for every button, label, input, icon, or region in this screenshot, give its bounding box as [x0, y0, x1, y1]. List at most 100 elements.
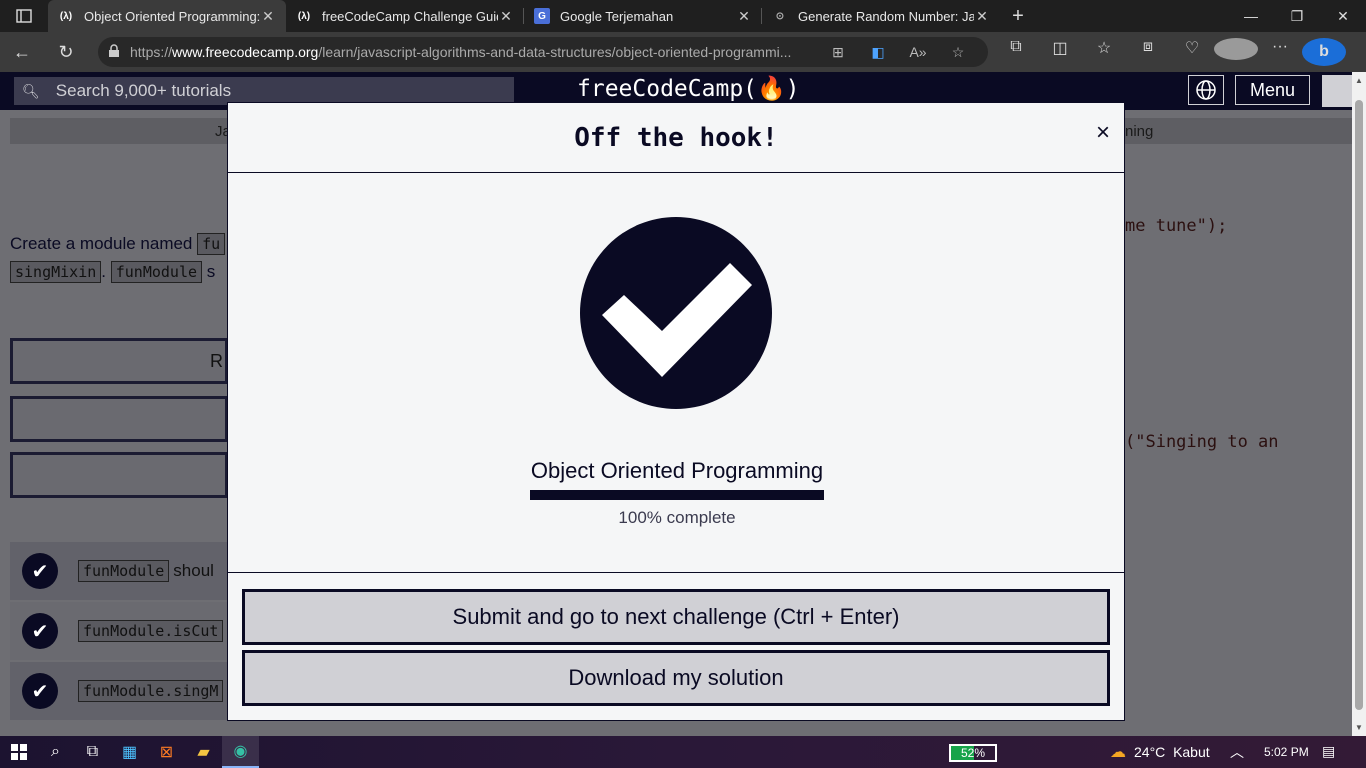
google-translate-favicon-icon: G — [534, 8, 550, 24]
system-tray: ︿ 5:02 PM — [1230, 742, 1309, 762]
tab-title: Object Oriented Programming: U — [84, 8, 260, 24]
app-available-icon[interactable]: ⊞ — [818, 44, 858, 61]
url-path: /learn/javascript-algorithms-and-data-st… — [318, 44, 792, 60]
microsoft-store-icon[interactable]: ▦ — [111, 736, 148, 768]
search-icon: 🔍︎ — [22, 82, 40, 99]
tab-title: Google Terjemahan — [560, 8, 674, 24]
toolbar-icons: ⧉ ◫ ☆ ⧈ ♡ ··· b — [994, 38, 1346, 66]
test-result: ✔ funModule.singM — [10, 662, 228, 720]
progress-text: 100% complete — [618, 508, 736, 527]
completion-modal: Off the hook! × Object Oriented Programm… — [227, 102, 1125, 721]
success-check-icon — [580, 217, 772, 409]
bing-copilot-icon[interactable]: b — [1302, 38, 1346, 66]
page-scrollbar[interactable]: ▲ ▼ — [1352, 72, 1366, 736]
certification-title: Object Oriented Programming — [530, 458, 824, 483]
user-avatar-icon[interactable] — [1322, 75, 1352, 107]
split-screen-icon[interactable]: ◫ — [1038, 38, 1082, 66]
progress-bar — [530, 490, 824, 500]
favorite-star-icon[interactable]: ☆ — [938, 44, 978, 61]
progress-fill — [530, 490, 824, 500]
modal-header: Off the hook! × — [228, 103, 1124, 173]
address-toolbar: ← ↻ https://www.freecodecamp.org/learn/j… — [0, 32, 1366, 72]
browser-tab-fcc-guide[interactable]: (λ) freeCodeCamp Challenge Guide ✕ — [286, 0, 524, 32]
taskbar-search-icon[interactable]: ⌕ — [37, 736, 74, 768]
favorites-icon[interactable]: ☆ — [1082, 38, 1126, 66]
url-actions: ⊞ ◧ A» ☆ — [818, 44, 978, 61]
tab-close-icon[interactable]: ✕ — [498, 8, 514, 25]
close-icon[interactable]: × — [1096, 119, 1110, 147]
scroll-down-icon[interactable]: ▼ — [1355, 723, 1363, 732]
avatar — [1214, 38, 1258, 60]
notification-center-icon[interactable]: ▤ — [1322, 743, 1344, 761]
battery-percent: 52% — [960, 746, 986, 760]
chatgpt-favicon-icon: ⊙ — [775, 10, 785, 22]
tab-title: Generate Random Number: Java — [798, 8, 974, 24]
more-options-icon[interactable]: ··· — [1258, 38, 1302, 66]
inline-code: funModule — [110, 261, 203, 283]
close-window-icon[interactable]: ✕ — [1320, 0, 1366, 32]
new-tab-button[interactable]: + — [1000, 0, 1036, 32]
menu-button[interactable]: Menu — [1235, 75, 1310, 105]
weather-condition: Kabut — [1173, 744, 1210, 760]
inline-code: singMixin — [10, 261, 102, 283]
search-placeholder: Search 9,000+ tutorials — [55, 81, 232, 100]
address-bar[interactable]: https://www.freecodecamp.org/learn/javas… — [98, 37, 988, 67]
performance-icon[interactable]: ♡ — [1170, 38, 1214, 66]
edge-browser-icon[interactable]: ◉ — [222, 736, 259, 768]
restore-icon[interactable]: ❐ — [1274, 0, 1320, 32]
browser-tab-fcc-oop[interactable]: (λ) Object Oriented Programming: U ✕ — [48, 0, 286, 32]
test-passed-icon: ✔ — [22, 673, 58, 709]
download-solution-button[interactable]: Download my solution — [242, 650, 1110, 706]
windows-start-icon[interactable] — [0, 736, 37, 768]
fcc-logo[interactable]: freeCodeCamp(🔥) — [577, 75, 800, 102]
browser-tab-google-translate[interactable]: G Google Terjemahan ✕ — [524, 0, 762, 32]
code-editor-partial: me tune"); ("Singing to an — [1125, 110, 1352, 736]
search-input[interactable]: 🔍︎ Search 9,000+ tutorials — [14, 77, 514, 105]
code-line: me tune"); — [1125, 216, 1228, 236]
xampp-icon[interactable]: ⊠ — [148, 736, 185, 768]
battery-indicator[interactable]: 52% — [949, 744, 997, 762]
collections-icon[interactable]: ◧ — [858, 44, 898, 61]
run-tests-button: R — [10, 338, 228, 384]
submit-next-challenge-button[interactable]: Submit and go to next challenge (Ctrl + … — [242, 589, 1110, 645]
file-explorer-icon[interactable]: ▰ — [185, 736, 222, 768]
lock-icon[interactable] — [108, 43, 130, 61]
collections-toolbar-icon[interactable]: ⧈ — [1126, 38, 1170, 66]
tab-close-icon[interactable]: ✕ — [260, 8, 276, 25]
extensions-icon[interactable]: ⧉ — [994, 38, 1038, 66]
language-globe-icon[interactable] — [1188, 75, 1224, 105]
minimize-icon[interactable]: — — [1228, 0, 1274, 32]
browser-tab-random-number[interactable]: ⊙ Generate Random Number: Java ✕ — [762, 0, 1000, 32]
refresh-icon[interactable]: ↻ — [44, 32, 88, 72]
browser-tab-bar: (λ) Object Oriented Programming: U ✕ (λ)… — [0, 0, 1366, 32]
test-passed-icon: ✔ — [22, 613, 58, 649]
tab-close-icon[interactable]: ✕ — [974, 8, 990, 25]
tab-actions-icon[interactable] — [0, 0, 48, 32]
challenge-description: Create a module named fu — [10, 233, 226, 255]
code-line: ("Singing to an — [1125, 432, 1279, 452]
read-aloud-icon[interactable]: A» — [898, 44, 938, 61]
inline-code: fu — [197, 233, 226, 255]
weather-fog-icon: ☁ — [1110, 744, 1126, 761]
window-controls: — ❐ ✕ — [1228, 0, 1366, 32]
modal-title: Off the hook! — [574, 122, 778, 153]
test-code: funModule.isCut — [78, 620, 224, 642]
modal-body: Object Oriented Programming 100% complet… — [228, 173, 1124, 573]
test-result: ✔ funModule shoul — [10, 542, 228, 600]
test-text: shoul — [173, 561, 214, 580]
url-text[interactable]: https://www.freecodecamp.org/learn/javas… — [130, 44, 818, 60]
fcc-favicon-icon: (λ) — [297, 10, 311, 22]
weather-widget[interactable]: ☁ 24°C Kabut — [1110, 742, 1210, 762]
url-domain: www.freecodecamp.org — [172, 44, 319, 60]
test-result: ✔ funModule.isCut — [10, 602, 228, 660]
temperature: 24°C — [1134, 744, 1166, 760]
scrollbar-thumb[interactable] — [1355, 100, 1363, 710]
scroll-up-icon[interactable]: ▲ — [1355, 76, 1363, 85]
tab-close-icon[interactable]: ✕ — [736, 8, 752, 25]
profile-icon[interactable] — [1214, 38, 1258, 66]
windows-taskbar: ⌕ ⧉ ▦ ⊠ ▰ ◉ 52% ☁ 24°C Kabut ︿ 5:02 PM ▤ — [0, 736, 1366, 768]
task-view-icon[interactable]: ⧉ — [74, 736, 111, 768]
back-icon[interactable]: ← — [0, 32, 44, 72]
clock[interactable]: 5:02 PM — [1264, 745, 1309, 759]
show-hidden-icons-icon[interactable]: ︿ — [1230, 742, 1244, 762]
